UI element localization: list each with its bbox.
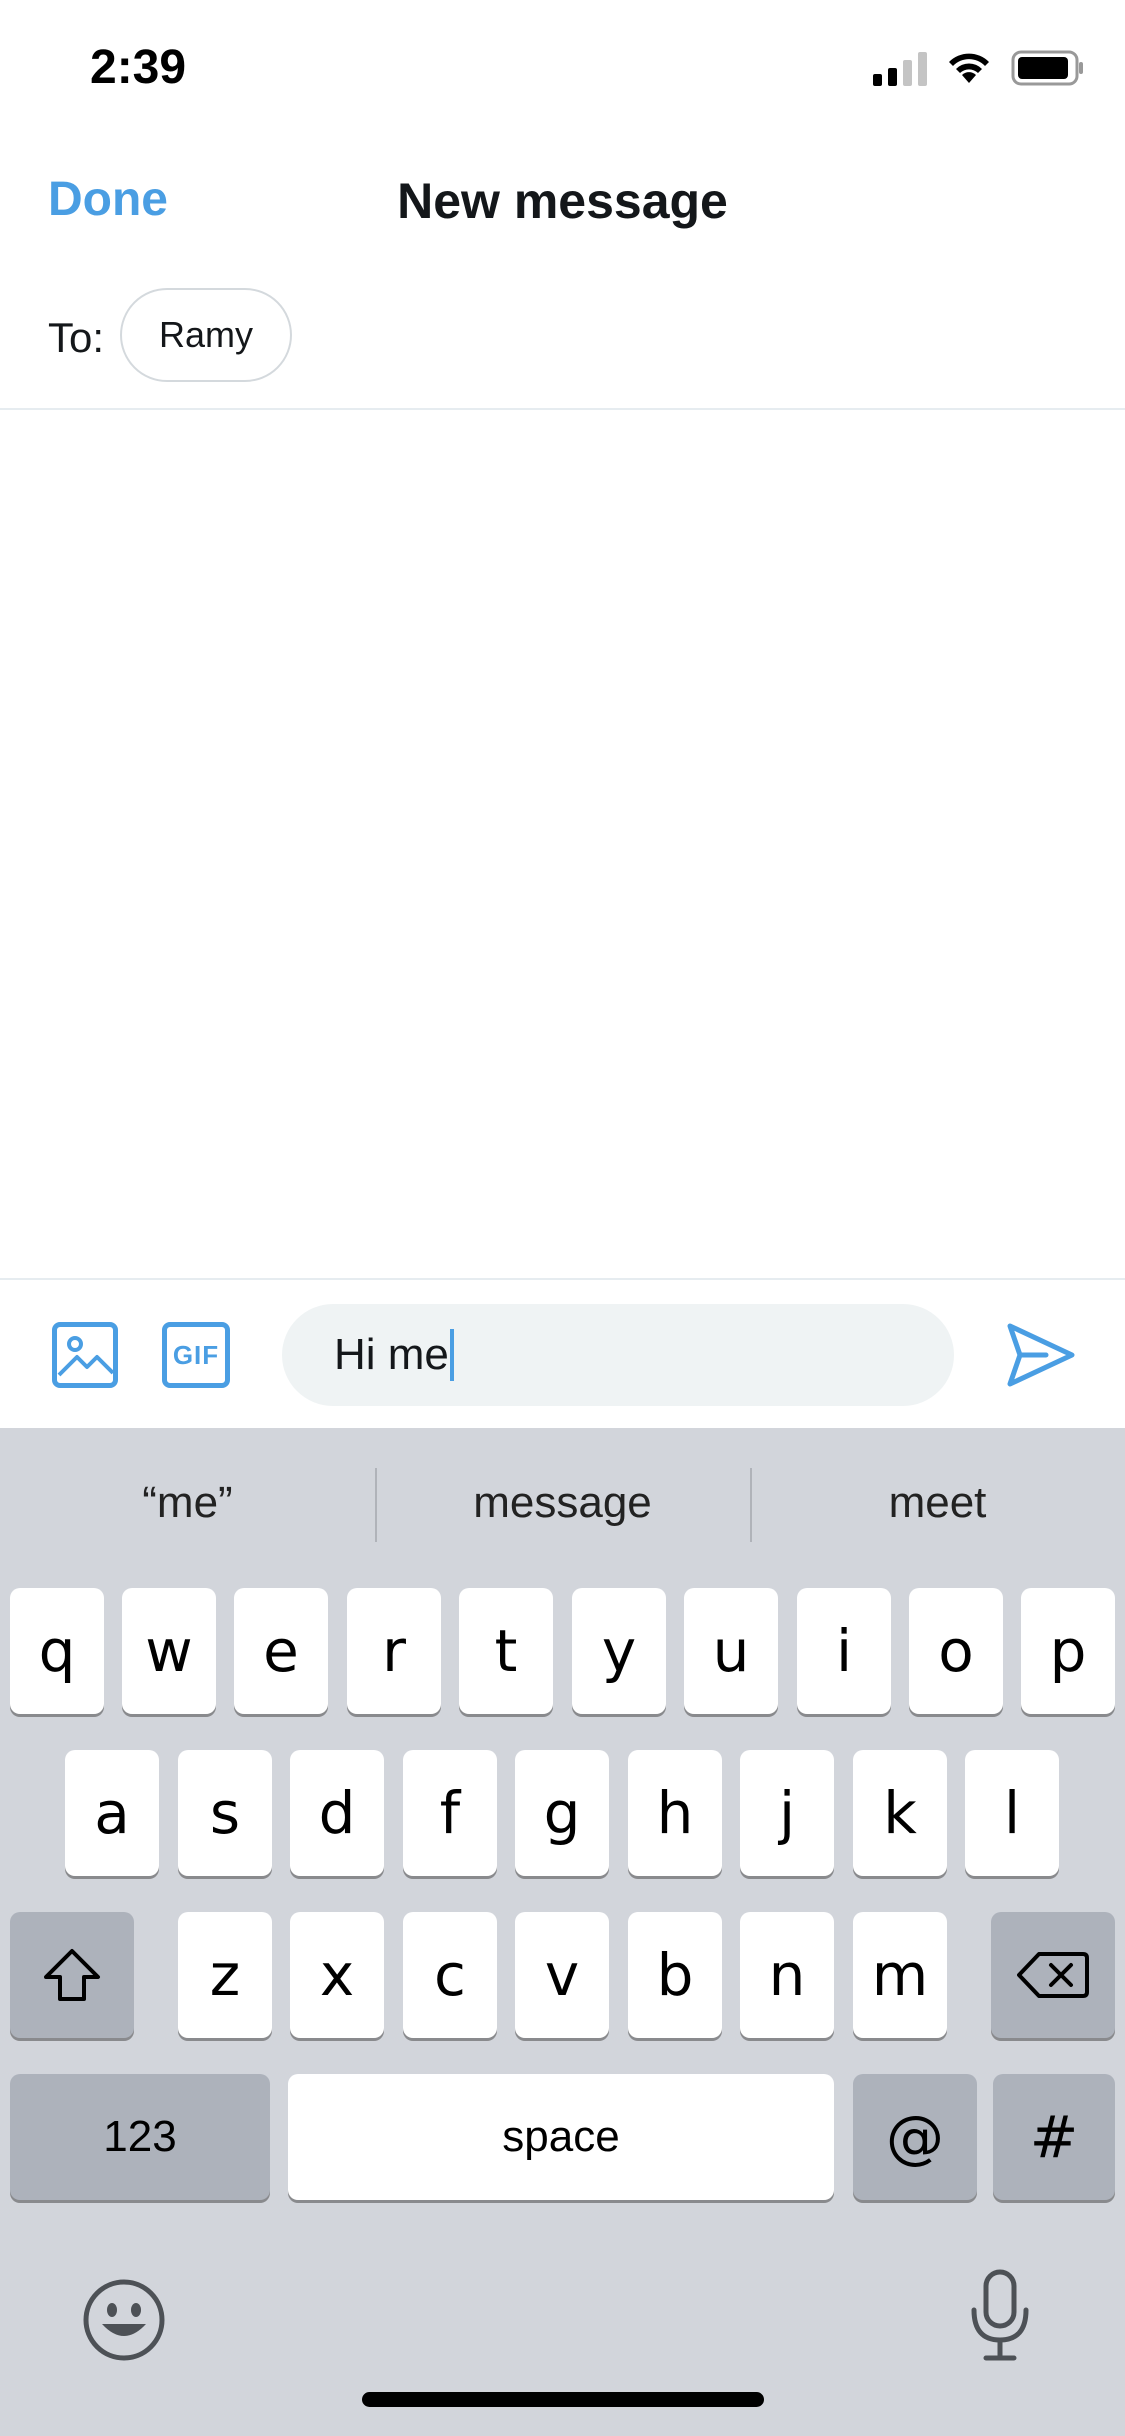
key-k[interactable]: k [853,1750,947,1876]
key-c[interactable]: c [403,1912,497,2038]
composer-bar: GIF Hi me [0,1278,1125,1428]
battery-icon [1011,50,1085,86]
key-e[interactable]: e [234,1588,328,1714]
key-v[interactable]: v [515,1912,609,2038]
key-g[interactable]: g [515,1750,609,1876]
image-icon[interactable] [52,1322,118,1388]
numbers-key[interactable]: 123 [10,2074,270,2200]
key-t[interactable]: t [459,1588,553,1714]
key-u[interactable]: u [684,1588,778,1714]
text-caret [449,1329,454,1381]
wifi-icon [947,51,991,85]
key-m[interactable]: m [853,1912,947,2038]
microphone-icon[interactable] [968,2268,1032,2364]
key-y[interactable]: y [572,1588,666,1714]
key-a[interactable]: a [65,1750,159,1876]
conversation-area [0,410,1125,1278]
key-o[interactable]: o [909,1588,1003,1714]
key-n[interactable]: n [740,1912,834,2038]
key-s[interactable]: s [178,1750,272,1876]
key-b[interactable]: b [628,1912,722,2038]
key-x[interactable]: x [290,1912,384,2038]
key-r[interactable]: r [347,1588,441,1714]
space-key[interactable]: space [288,2074,834,2200]
shift-key[interactable] [10,1912,134,2038]
to-label: To: [48,314,105,361]
keyboard: “me” message meet q w e r t y u i o p a … [0,1428,1125,2436]
key-l[interactable]: l [965,1750,1059,1876]
gif-button[interactable]: GIF [162,1322,230,1388]
suggestion-item[interactable]: “me” [0,1428,375,1578]
at-key[interactable]: @ [853,2074,977,2200]
key-d[interactable]: d [290,1750,384,1876]
suggestion-item[interactable]: message [375,1428,750,1578]
status-icons [873,48,1085,88]
backspace-icon [1017,1952,1089,1998]
nav-header: Done New message [0,132,1125,264]
hash-key[interactable]: # [993,2074,1115,2200]
recipient-row[interactable]: To: Ramy [0,278,1125,410]
predictive-suggestions: “me” message meet [0,1428,1125,1578]
status-bar: 2:39 [0,0,1125,132]
suggestion-item[interactable]: meet [750,1428,1125,1578]
key-f[interactable]: f [403,1750,497,1876]
emoji-icon[interactable] [82,2278,166,2362]
message-input[interactable]: Hi me [282,1304,954,1406]
key-p[interactable]: p [1021,1588,1115,1714]
key-i[interactable]: i [797,1588,891,1714]
home-indicator[interactable] [362,2392,764,2407]
key-z[interactable]: z [178,1912,272,2038]
send-icon[interactable] [1006,1322,1076,1388]
cellular-signal-icon [873,50,927,86]
page-title: New message [397,173,728,229]
recipient-chip[interactable]: Ramy [120,288,292,382]
backspace-key[interactable] [991,1912,1115,2038]
key-j[interactable]: j [740,1750,834,1876]
key-w[interactable]: w [122,1588,216,1714]
shift-icon [44,1949,100,2001]
key-q[interactable]: q [10,1588,104,1714]
message-input-value: Hi me [334,1330,449,1379]
key-h[interactable]: h [628,1750,722,1876]
status-time: 2:39 [90,41,187,94]
